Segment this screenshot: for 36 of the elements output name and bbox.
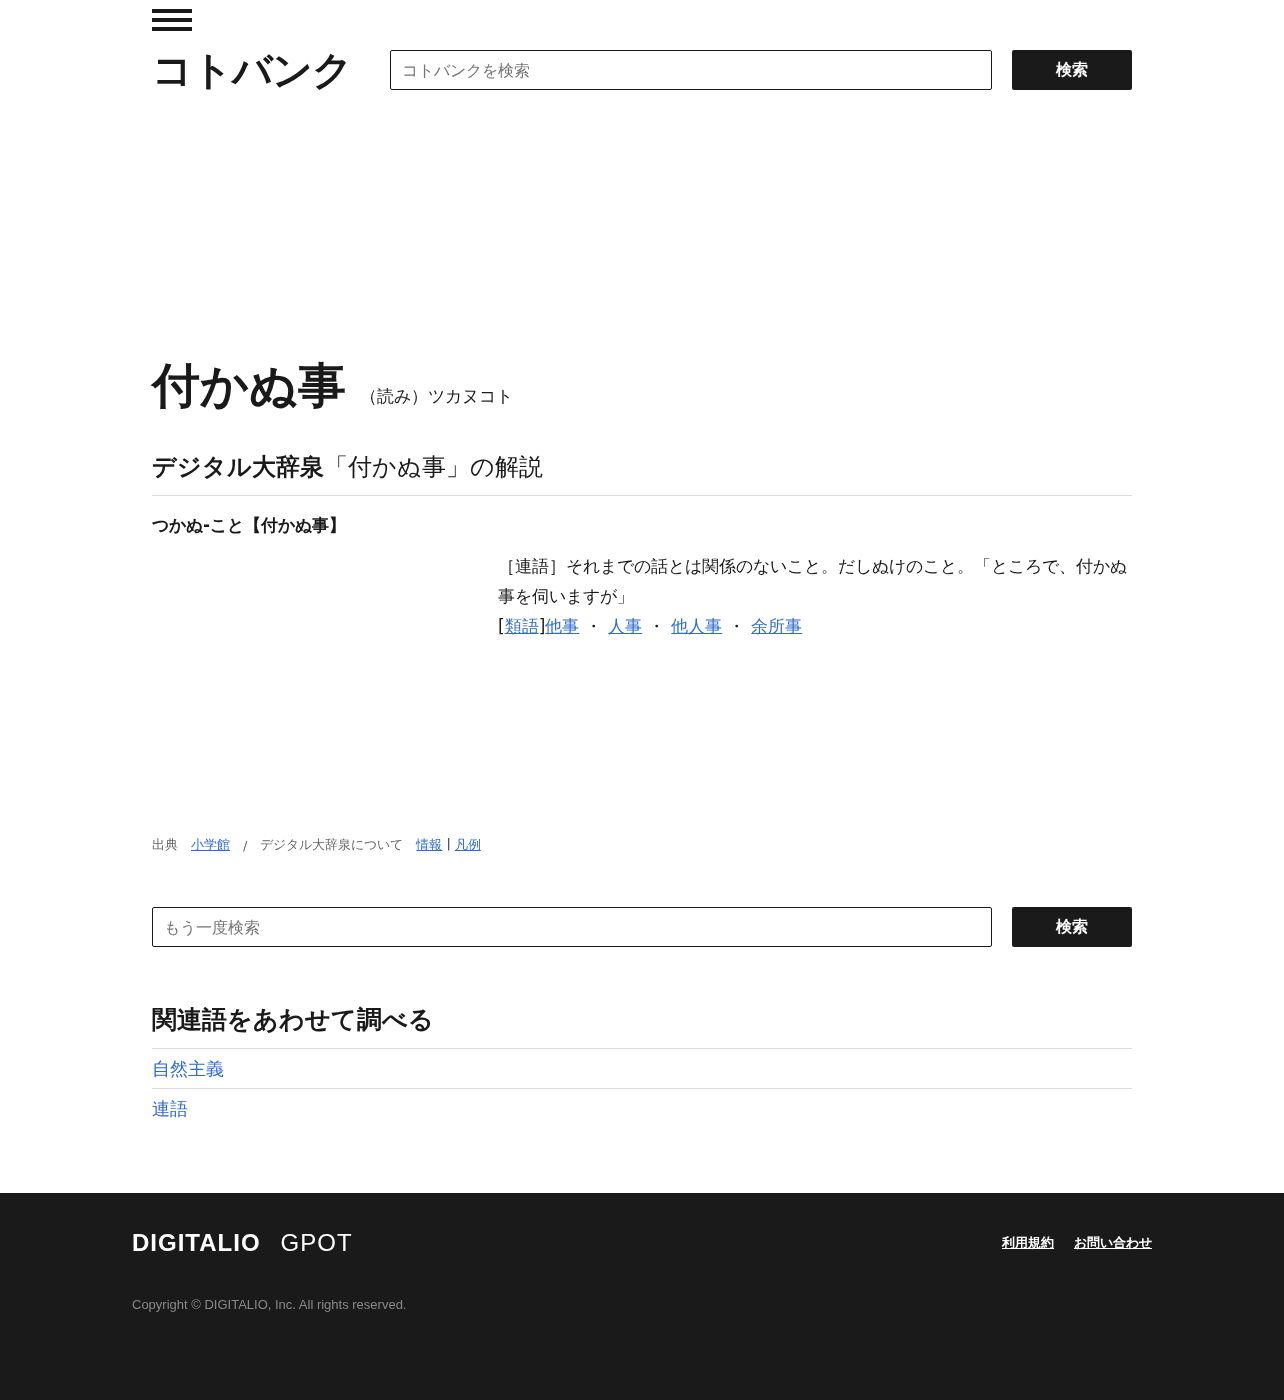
search-button[interactable]: 検索 bbox=[1012, 50, 1132, 90]
definition-text: ［連語］それまでの話とは関係のないこと。だしぬけのこと。「ところで、付かぬ事を伺いますが」 bbox=[498, 555, 1128, 608]
menu-icon[interactable] bbox=[152, 9, 192, 31]
publisher-link[interactable]: 小学館 bbox=[191, 836, 230, 854]
synonym-link[interactable]: 他事 bbox=[545, 611, 580, 641]
entry-reading: （読み）ツカヌコト bbox=[360, 385, 513, 408]
search-field[interactable]: もう一度検索 bbox=[152, 907, 992, 947]
slash: / bbox=[243, 837, 248, 853]
headword: つかぬ-こと【付かぬ事】 bbox=[152, 514, 348, 537]
synonym-link[interactable]: 余所事 bbox=[751, 611, 803, 641]
bracket: ] bbox=[538, 615, 546, 638]
synonym-label-link[interactable]: 類語 bbox=[504, 611, 539, 641]
about-text: デジタル大辞泉について bbox=[260, 836, 404, 854]
copyright: Copyright © DIGITALIO, Inc. All rights reserved. bbox=[132, 1297, 408, 1312]
bracket: [ bbox=[498, 615, 505, 638]
synonym-link[interactable]: 他人事 bbox=[671, 611, 723, 641]
site-logo[interactable]: コトバンク bbox=[152, 49, 390, 91]
source-label: 出典 bbox=[152, 836, 178, 854]
related-heading: 関連語をあわせて調べる bbox=[152, 1003, 1132, 1049]
company-logo[interactable]: GPOT bbox=[280, 1229, 353, 1257]
pipe: | bbox=[446, 836, 451, 853]
company-logo[interactable]: DIGITALIO bbox=[132, 1229, 261, 1257]
separator: ・ bbox=[647, 615, 667, 638]
footer-link[interactable]: 利用規約 bbox=[1002, 1234, 1054, 1252]
separator: ・ bbox=[584, 615, 604, 638]
footer-link[interactable]: お問い合わせ bbox=[1074, 1234, 1152, 1252]
entry-title: 付かぬ事 bbox=[152, 356, 346, 415]
related-link[interactable]: 連語 bbox=[152, 1096, 188, 1121]
related-link[interactable]: 自然主義 bbox=[152, 1056, 224, 1081]
legend-link[interactable]: 凡例 bbox=[454, 836, 481, 854]
info-link[interactable]: 情報 bbox=[416, 836, 443, 854]
search-button[interactable]: 検索 bbox=[1012, 907, 1132, 947]
section-heading: デジタル大辞泉「付かぬ事」の解説 bbox=[152, 451, 1132, 496]
search-field[interactable]: コトバンクを検索 bbox=[390, 50, 992, 90]
synonym-link[interactable]: 人事 bbox=[608, 611, 643, 641]
separator: ・ bbox=[727, 615, 747, 638]
